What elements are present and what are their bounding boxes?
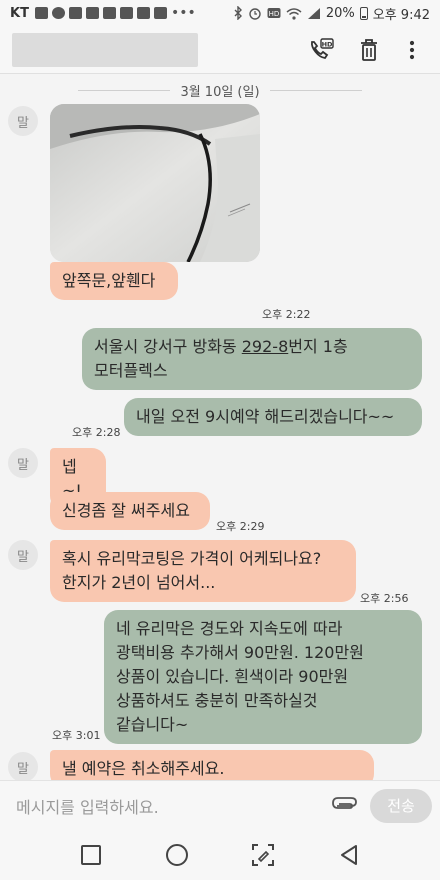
message-text: 낼 예약은 취소해주세요. xyxy=(62,759,225,778)
message-text: 광택비용 추가해서 90만원. 120만원 xyxy=(116,643,364,662)
message-text: 앞쪽문,앞휀다 xyxy=(62,271,156,290)
clock: 오후 9:42 xyxy=(372,7,430,23)
message-text: 상품이 있습니다. 흰색이라 90만원 xyxy=(116,667,349,686)
date-separator: 3월 10일 (일) xyxy=(0,80,440,100)
carrier-label: KT xyxy=(10,5,29,21)
message-text: 신경좀 잘 써주세요 xyxy=(62,501,190,520)
message-list[interactable]: 3월 10일 (일) 말 앞쪽문,앞휀다 오후 2:22 서울시 강서구 방화동… xyxy=(0,74,440,780)
message-text: 한지가 2년이 넘어서... xyxy=(62,573,216,592)
signal-icon xyxy=(307,7,320,19)
app-icon xyxy=(136,7,150,19)
youtube-icon xyxy=(68,7,82,19)
outgoing-message[interactable]: 네 유리막은 경도와 지속도에 따라 광택비용 추가해서 90만원. 120만원… xyxy=(104,610,422,744)
compose-bar: 메시지를 입력하세요. 전송 xyxy=(0,780,440,830)
attach-icon[interactable] xyxy=(330,791,360,821)
message-text: 같습니다~ xyxy=(116,715,189,734)
message-time: 오후 2:29 xyxy=(216,520,265,533)
message-time: 오후 2:22 xyxy=(262,308,311,321)
message-text: 내일 오전 9시예약 해드리겠습니다~~ xyxy=(136,407,395,426)
person-icon xyxy=(51,7,65,19)
avatar-label: 말 xyxy=(17,457,29,473)
message-time: 오후 2:56 xyxy=(360,592,409,605)
wifi-icon xyxy=(286,7,302,20)
svg-text:HD: HD xyxy=(269,10,280,18)
address-link[interactable]: 292-8 xyxy=(242,337,289,356)
message-text: 네 유리막은 경도와 지속도에 따라 xyxy=(116,619,343,638)
message-input[interactable]: 메시지를 입력하세요. xyxy=(16,794,330,818)
incoming-message[interactable]: 앞쪽문,앞휀다 xyxy=(50,262,178,300)
message-text: 모터플렉스 xyxy=(94,361,168,380)
screenshot-icon[interactable] xyxy=(247,839,279,871)
hd-voice-icon: HD xyxy=(267,8,281,18)
home-icon[interactable] xyxy=(161,839,193,871)
blog-icon xyxy=(119,7,133,19)
avatar[interactable]: 말 xyxy=(8,106,38,136)
bluetooth-icon xyxy=(234,6,242,20)
contact-name-redacted[interactable] xyxy=(12,32,198,67)
more-vert-icon[interactable] xyxy=(398,36,426,64)
avatar-label: 말 xyxy=(17,549,29,565)
incoming-message[interactable]: 혹시 유리막코팅은 가격이 어케되나요? 한지가 2년이 넘어서... xyxy=(50,540,356,602)
svg-text:HD: HD xyxy=(322,41,333,49)
gallery-icon xyxy=(102,7,116,19)
message-text: 서울시 강서구 방화동 xyxy=(94,337,242,356)
trash-icon[interactable] xyxy=(355,36,383,64)
message-icon xyxy=(85,7,99,19)
date-label: 3월 10일 (일) xyxy=(180,84,260,100)
message-text: 상품하셔도 충분히 만족하실것 xyxy=(116,691,318,710)
avatar-label: 말 xyxy=(17,115,29,131)
outgoing-message[interactable]: 서울시 강서구 방화동 292-8번지 1층 모터플렉스 xyxy=(82,328,422,390)
car-door-photo xyxy=(50,104,260,262)
message-time: 오후 3:01 xyxy=(52,729,101,742)
avatar[interactable]: 말 xyxy=(8,540,38,570)
message-text: 혹시 유리막코팅은 가격이 어케되나요? xyxy=(62,549,322,568)
chat-header: HD xyxy=(0,26,440,74)
more-notifications-icon: ••• xyxy=(170,5,196,21)
avatar[interactable]: 말 xyxy=(8,752,38,780)
message-time: 오후 2:28 xyxy=(72,426,121,439)
incoming-message[interactable]: 낼 예약은 취소해주세요. xyxy=(50,750,374,780)
back-icon[interactable] xyxy=(333,839,365,871)
hd-call-icon[interactable]: HD xyxy=(306,36,334,64)
outgoing-message[interactable]: 내일 오전 9시예약 해드리겠습니다~~ xyxy=(124,398,422,436)
avatar[interactable]: 말 xyxy=(8,448,38,478)
send-button[interactable]: 전송 xyxy=(370,788,432,823)
alarm-icon xyxy=(249,8,261,20)
status-bar: KT ••• HD 20% 오후 9:42 xyxy=(0,0,440,26)
incoming-message[interactable]: 신경좀 잘 써주세요 xyxy=(50,492,210,530)
facebook-icon xyxy=(34,7,48,19)
avatar-label: 말 xyxy=(17,761,29,777)
message-text: 번지 1층 xyxy=(288,337,348,356)
message-image[interactable] xyxy=(50,104,260,262)
battery-icon xyxy=(359,6,368,20)
navigation-bar xyxy=(0,830,440,880)
instagram-icon xyxy=(153,7,167,19)
battery-percent: 20% xyxy=(325,5,355,21)
recent-apps-icon[interactable] xyxy=(75,839,107,871)
